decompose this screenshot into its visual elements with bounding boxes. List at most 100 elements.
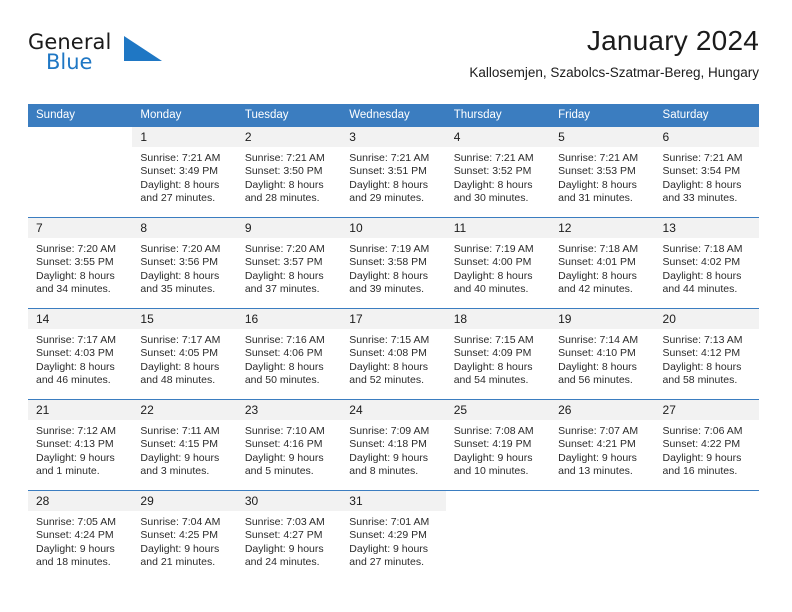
sunrise-text: Sunrise: 7:15 AM (349, 334, 430, 346)
day-cell[interactable]: 26 Sunrise: 7:07 AM Sunset: 4:21 PM Dayl… (550, 399, 655, 491)
day-cell[interactable]: 27 Sunrise: 7:06 AM Sunset: 4:22 PM Dayl… (654, 399, 759, 491)
daylight-text-cont: and 42 minutes. (558, 283, 633, 296)
week-row: 14 Sunrise: 7:17 AM Sunset: 4:03 PM Dayl… (28, 308, 759, 400)
sunset-text: Sunset: 3:52 PM (453, 165, 532, 178)
sunset-text: Sunset: 4:09 PM (453, 347, 532, 360)
day-cell[interactable] (550, 490, 655, 577)
daylight-text: Daylight: 8 hours (244, 360, 324, 373)
sunset-text: Sunset: 3:56 PM (140, 256, 219, 269)
day-number: 1 (132, 127, 237, 147)
day-cell[interactable]: 6 Sunrise: 7:21 AM Sunset: 3:54 PM Dayli… (654, 126, 759, 218)
day-cell[interactable]: 31 Sunrise: 7:01 AM Sunset: 4:29 PM Dayl… (341, 490, 446, 577)
day-cell[interactable]: 21 Sunrise: 7:12 AM Sunset: 4:13 PM Dayl… (28, 399, 133, 491)
sunrise-text: Sunrise: 7:21 AM (349, 152, 430, 164)
daylight-text: Daylight: 8 hours (558, 178, 637, 191)
daylight-text: Daylight: 9 hours (349, 451, 429, 464)
day-details: Sunrise: 7:21 AM Sunset: 3:52 PM Dayligh… (446, 147, 550, 206)
day-cell[interactable]: 30 Sunrise: 7:03 AM Sunset: 4:27 PM Dayl… (236, 490, 342, 577)
daylight-text: Daylight: 9 hours (244, 451, 324, 464)
sunset-text: Sunset: 3:50 PM (244, 165, 323, 178)
day-cell[interactable]: 24 Sunrise: 7:09 AM Sunset: 4:18 PM Dayl… (341, 399, 446, 491)
day-details: Sunrise: 7:21 AM Sunset: 3:50 PM Dayligh… (237, 147, 341, 206)
sunrise-text: Sunrise: 7:06 AM (662, 425, 743, 437)
daylight-text-cont: and 10 minutes. (453, 465, 529, 478)
day-number: 8 (132, 218, 237, 238)
day-cell[interactable]: 4 Sunrise: 7:21 AM Sunset: 3:52 PM Dayli… (445, 126, 551, 218)
day-cell[interactable]: 3 Sunrise: 7:21 AM Sunset: 3:51 PM Dayli… (341, 126, 446, 218)
day-cell[interactable]: 19 Sunrise: 7:14 AM Sunset: 4:10 PM Dayl… (550, 308, 655, 400)
sunrise-text: Sunrise: 7:05 AM (36, 516, 116, 528)
sunset-text: Sunset: 3:49 PM (140, 165, 219, 178)
sunrise-text: Sunrise: 7:14 AM (558, 334, 639, 346)
day-cell[interactable]: 17 Sunrise: 7:15 AM Sunset: 4:08 PM Dayl… (341, 308, 446, 400)
sunrise-text: Sunrise: 7:21 AM (140, 152, 221, 164)
day-cell[interactable]: 25 Sunrise: 7:08 AM Sunset: 4:19 PM Dayl… (445, 399, 551, 491)
day-details: Sunrise: 7:20 AM Sunset: 3:56 PM Dayligh… (132, 238, 236, 297)
day-cell[interactable]: 29 Sunrise: 7:04 AM Sunset: 4:25 PM Dayl… (132, 490, 237, 577)
day-details: Sunrise: 7:20 AM Sunset: 3:57 PM Dayligh… (237, 238, 341, 297)
day-cell[interactable]: 28 Sunrise: 7:05 AM Sunset: 4:24 PM Dayl… (28, 490, 133, 577)
day-cell[interactable]: 13 Sunrise: 7:18 AM Sunset: 4:02 PM Dayl… (654, 217, 759, 309)
day-cell[interactable]: 5 Sunrise: 7:21 AM Sunset: 3:53 PM Dayli… (550, 126, 655, 218)
day-details: Sunrise: 7:11 AM Sunset: 4:15 PM Dayligh… (132, 420, 236, 479)
page-subtitle: Kallosemjen, Szabolcs-Szatmar-Bereg, Hun… (469, 65, 759, 80)
week-row: 7 Sunrise: 7:20 AM Sunset: 3:55 PM Dayli… (28, 217, 759, 309)
sunset-text: Sunset: 3:55 PM (36, 256, 114, 269)
daylight-text-cont: and 56 minutes. (558, 374, 633, 387)
sunset-text: Sunset: 4:10 PM (558, 347, 636, 360)
day-cell[interactable]: 11 Sunrise: 7:19 AM Sunset: 4:00 PM Dayl… (445, 217, 551, 309)
daylight-text: Daylight: 9 hours (140, 451, 220, 464)
day-cell[interactable]: 22 Sunrise: 7:11 AM Sunset: 4:15 PM Dayl… (132, 399, 237, 491)
sunset-text: Sunset: 4:01 PM (558, 256, 636, 269)
sunset-text: Sunset: 4:06 PM (244, 347, 323, 360)
day-details: Sunrise: 7:12 AM Sunset: 4:13 PM Dayligh… (28, 420, 132, 479)
day-cell[interactable]: 12 Sunrise: 7:18 AM Sunset: 4:01 PM Dayl… (550, 217, 655, 309)
day-number: 17 (341, 309, 446, 329)
day-number: 5 (550, 127, 655, 147)
day-number: 20 (654, 309, 759, 329)
day-cell[interactable]: 23 Sunrise: 7:10 AM Sunset: 4:16 PM Dayl… (236, 399, 342, 491)
daylight-text-cont: and 34 minutes. (36, 283, 111, 296)
day-cell[interactable]: 8 Sunrise: 7:20 AM Sunset: 3:56 PM Dayli… (132, 217, 237, 309)
daylight-text: Daylight: 8 hours (349, 360, 429, 373)
daylight-text: Daylight: 9 hours (244, 542, 324, 555)
sunrise-text: Sunrise: 7:01 AM (349, 516, 430, 528)
day-details: Sunrise: 7:07 AM Sunset: 4:21 PM Dayligh… (550, 420, 654, 479)
daylight-text-cont: and 48 minutes. (140, 374, 216, 387)
daylight-text-cont: and 27 minutes. (140, 192, 216, 205)
sunrise-text: Sunrise: 7:09 AM (349, 425, 430, 437)
day-details (655, 511, 759, 516)
day-details: Sunrise: 7:21 AM Sunset: 3:53 PM Dayligh… (550, 147, 654, 206)
sunset-text: Sunset: 4:15 PM (140, 438, 219, 451)
day-cell[interactable]: 15 Sunrise: 7:17 AM Sunset: 4:05 PM Dayl… (132, 308, 237, 400)
sunrise-text: Sunrise: 7:21 AM (453, 152, 534, 164)
day-cell[interactable]: 2 Sunrise: 7:21 AM Sunset: 3:50 PM Dayli… (236, 126, 342, 218)
sunset-text: Sunset: 4:27 PM (244, 529, 323, 542)
day-cell[interactable]: 14 Sunrise: 7:17 AM Sunset: 4:03 PM Dayl… (28, 308, 133, 400)
day-details: Sunrise: 7:19 AM Sunset: 3:58 PM Dayligh… (341, 238, 445, 297)
day-cell[interactable]: 1 Sunrise: 7:21 AM Sunset: 3:49 PM Dayli… (132, 126, 237, 218)
day-cell[interactable]: 7 Sunrise: 7:20 AM Sunset: 3:55 PM Dayli… (28, 217, 133, 309)
triangle-icon (124, 36, 164, 67)
day-number: 28 (28, 491, 133, 511)
day-cell[interactable]: 10 Sunrise: 7:19 AM Sunset: 3:58 PM Dayl… (341, 217, 446, 309)
day-details: Sunrise: 7:18 AM Sunset: 4:02 PM Dayligh… (655, 238, 759, 297)
day-details: Sunrise: 7:08 AM Sunset: 4:19 PM Dayligh… (446, 420, 550, 479)
daylight-text: Daylight: 9 hours (36, 451, 115, 464)
day-number: 21 (28, 400, 133, 420)
day-cell[interactable] (28, 126, 133, 218)
day-details: Sunrise: 7:03 AM Sunset: 4:27 PM Dayligh… (237, 511, 341, 570)
day-cell[interactable]: 18 Sunrise: 7:15 AM Sunset: 4:09 PM Dayl… (445, 308, 551, 400)
daylight-text: Daylight: 8 hours (244, 178, 324, 191)
day-details: Sunrise: 7:21 AM Sunset: 3:49 PM Dayligh… (132, 147, 236, 206)
day-cell[interactable] (654, 490, 759, 577)
day-cell[interactable]: 20 Sunrise: 7:13 AM Sunset: 4:12 PM Dayl… (654, 308, 759, 400)
day-cell[interactable] (445, 490, 551, 577)
day-cell[interactable]: 16 Sunrise: 7:16 AM Sunset: 4:06 PM Dayl… (236, 308, 342, 400)
brand-logo[interactable]: General Blue (28, 30, 208, 86)
daylight-text-cont: and 24 minutes. (244, 556, 320, 569)
daylight-text: Daylight: 8 hours (662, 178, 742, 191)
sunset-text: Sunset: 4:24 PM (36, 529, 114, 542)
day-cell[interactable]: 9 Sunrise: 7:20 AM Sunset: 3:57 PM Dayli… (236, 217, 342, 309)
sunrise-text: Sunrise: 7:10 AM (244, 425, 325, 437)
